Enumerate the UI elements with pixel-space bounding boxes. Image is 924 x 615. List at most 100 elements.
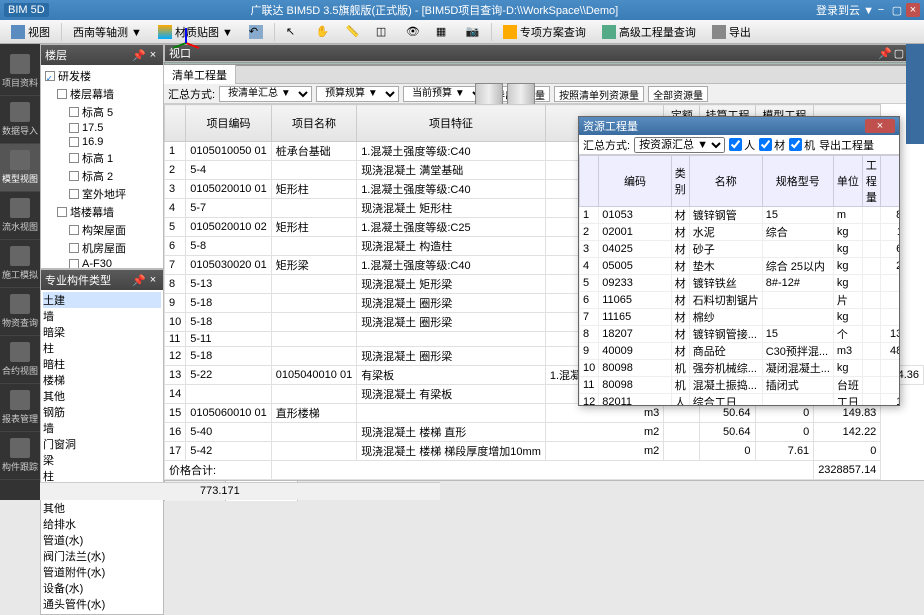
tree-node[interactable]: 钢筋 [43, 404, 161, 420]
grid-header[interactable]: 类别 [671, 156, 689, 207]
axis-gizmo[interactable] [171, 28, 201, 58]
resource-grid[interactable]: 编码类别名称规格型号单位工程量单价合价(元)101053材镀锌钢管15m862.… [579, 155, 899, 405]
list-resource-by-bill-button[interactable]: 按照清单列资源量 [554, 86, 644, 102]
tree-node[interactable]: 墙 [43, 308, 161, 324]
floor-tree[interactable]: 研发楼楼层幕墙标高 517.516.9标高 1标高 2室外地坪塔楼幕墙构架屋面机… [41, 65, 163, 268]
grid-row[interactable]: 150105060010 01直形楼梯m350.640149.83 [165, 404, 924, 423]
tree-node[interactable]: 管道附件(水) [43, 564, 161, 580]
resource-export-button[interactable]: 导出工程量 [819, 137, 874, 153]
toolbar-pan[interactable]: ✋ [309, 22, 337, 42]
tree-node[interactable]: 研发楼 [43, 67, 161, 85]
resource-mode-select[interactable]: 按资源汇总 ▼ [634, 137, 725, 153]
checkbox[interactable] [69, 137, 79, 147]
toolbar-measure[interactable]: 📏 [339, 22, 367, 42]
checkbox[interactable] [69, 171, 79, 181]
sidebar-item-6[interactable]: 合约视图 [0, 336, 40, 384]
pin-icon[interactable]: 📌 [133, 274, 145, 286]
grid-row[interactable]: 165-40现浇混凝土 楼梯 直形m250.640142.22 [165, 423, 924, 442]
panel-close-icon[interactable]: × [147, 49, 159, 61]
checkbox[interactable] [57, 207, 67, 217]
all-resource-button[interactable]: 全部资源量 [648, 86, 708, 102]
filter-mode-select-2[interactable]: 预算规算 ▼ [316, 86, 399, 102]
right-collapsed-panel[interactable] [906, 44, 924, 144]
grid-row[interactable]: 818207材镀锌钢管接...15个1383.8410.52719.6 [580, 326, 900, 343]
pin-icon[interactable]: 📌 [133, 49, 145, 61]
minimize-button[interactable]: − [874, 3, 888, 17]
grid-row[interactable]: 175-42现浇混凝土 楼梯 梯段厚度增加10mmm207.610 [165, 442, 924, 461]
tree-node[interactable]: 其他 [43, 388, 161, 404]
resource-win-titlebar[interactable]: 资源工程量 × [579, 117, 899, 135]
toolbar-camera[interactable]: 📷 [459, 22, 487, 42]
tree-node[interactable]: 给排水 [43, 516, 161, 532]
tree-node[interactable]: A-F30 [43, 257, 161, 268]
tree-node[interactable]: 门窗洞 [43, 436, 161, 452]
grid-row[interactable]: 304025材砂子kg683.0440.0427.32 [580, 241, 900, 258]
grid-header[interactable]: 项目特征 [357, 105, 546, 142]
tree-node[interactable]: 阀门法兰(水) [43, 548, 161, 564]
sidebar-item-4[interactable]: 施工模拟 [0, 240, 40, 288]
toolbar-camera-preset[interactable]: 西南等轴测 ▼ [66, 21, 149, 43]
toolbar-hide[interactable]: 👁 [399, 22, 427, 42]
checkbox[interactable] [69, 123, 79, 133]
check-material[interactable]: 材 [759, 137, 785, 153]
toolbar-undo[interactable]: ↶ [242, 22, 270, 42]
checkbox[interactable] [69, 189, 79, 199]
tree-node[interactable]: 16.9 [43, 135, 161, 149]
grid-row[interactable]: 101053材镀锌钢管15m862.2593.993440.41 [580, 207, 900, 224]
tree-node[interactable]: 暗梁 [43, 324, 161, 340]
grid-row[interactable]: 1282011人综合工日工日147.09132.534784.88 [580, 394, 900, 406]
tree-node[interactable]: 机房屋面 [43, 239, 161, 257]
tree-node[interactable]: 标高 5 [43, 103, 161, 121]
qty-tab[interactable]: 清单工程量 [164, 65, 236, 85]
grid-row[interactable]: 509233材镀锌铁丝8#-12#kg11.8353.8545.56 [580, 275, 900, 292]
check-machine[interactable]: 机 [789, 137, 815, 153]
sidebar-item-8[interactable]: 构件跟踪 [0, 432, 40, 480]
checkbox[interactable] [69, 259, 79, 268]
sidebar-item-5[interactable]: 物资查询 [0, 288, 40, 336]
checkbox[interactable] [69, 153, 79, 163]
grid-header[interactable]: 项目编码 [186, 105, 271, 142]
tree-node[interactable]: 室外地坪 [43, 185, 161, 203]
grid-row[interactable]: 1180098机混凝土振捣...插闭式台班14.5644806990.72 [580, 377, 900, 394]
tree-node[interactable]: 楼层幕墙 [43, 85, 161, 103]
tree-node[interactable]: 设备(水) [43, 580, 161, 596]
close-button[interactable]: × [906, 3, 920, 17]
tree-node[interactable]: 墙 [43, 420, 161, 436]
filter-mode-select-1[interactable]: 按清单汇总 ▼ [219, 86, 312, 102]
toolbar-special-query[interactable]: 专项方案查询 [496, 21, 593, 43]
tree-node[interactable]: 楼梯 [43, 372, 161, 388]
grid-row[interactable]: 611065材石料切割锯片片5.25316.3886.04 [580, 292, 900, 309]
maximize-button[interactable]: ▢ [890, 3, 904, 17]
checkbox[interactable] [45, 71, 55, 81]
grid-row[interactable]: 940009材商品砼C30预拌混...m34831.7134101981002.… [580, 343, 900, 360]
grid-header[interactable]: 规格型号 [762, 156, 833, 207]
tree-node[interactable]: 土建 [43, 292, 161, 308]
grid-header[interactable]: 名称 [689, 156, 762, 207]
tree-node[interactable]: 其他 [43, 500, 161, 516]
grid-header[interactable] [165, 105, 186, 142]
tree-node[interactable]: 构架屋面 [43, 221, 161, 239]
toolbar-view[interactable]: 视图 [4, 21, 57, 43]
user-menu[interactable]: 登录到云 ▼ [816, 2, 874, 18]
sidebar-item-0[interactable]: 项目资料 [0, 48, 40, 96]
resource-win-close[interactable]: × [865, 119, 895, 133]
tree-node[interactable]: 暗柱 [43, 356, 161, 372]
toolbar-adv-qty-query[interactable]: 高级工程量查询 [595, 21, 703, 43]
checkbox[interactable] [69, 107, 79, 117]
tree-node[interactable]: 标高 1 [43, 149, 161, 167]
component-type-tree[interactable]: 土建墙暗梁柱暗柱楼梯其他钢筋墙门窗洞梁柱暗柱其他给排水管道(水)阀门法兰(水)管… [41, 290, 163, 614]
tree-node[interactable]: 管道(水) [43, 532, 161, 548]
sidebar-item-2[interactable]: 模型视图 [0, 144, 40, 192]
maximize-icon[interactable]: ▢ [893, 47, 905, 59]
sidebar-item-3[interactable]: 流水视图 [0, 192, 40, 240]
grid-header[interactable] [580, 156, 599, 207]
grid-header[interactable]: 单位 [833, 156, 862, 207]
grid-row[interactable]: 711165材棉纱kg19.4434.6790.8 [580, 309, 900, 326]
grid-header[interactable]: 工程量 [862, 156, 880, 207]
grid-row[interactable]: 202001材水泥综合kg113.2770.3741.91 [580, 224, 900, 241]
grid-row[interactable]: 1080098机强夯机械综...凝闭混凝土...kg2.175996.19216… [580, 360, 900, 377]
tree-node[interactable]: 塔楼幕墙 [43, 203, 161, 221]
pin-icon[interactable]: 📌 [879, 47, 891, 59]
filter-mode-select-3[interactable]: 当前预算 ▼ [403, 86, 486, 102]
tree-node[interactable]: 标高 2 [43, 167, 161, 185]
